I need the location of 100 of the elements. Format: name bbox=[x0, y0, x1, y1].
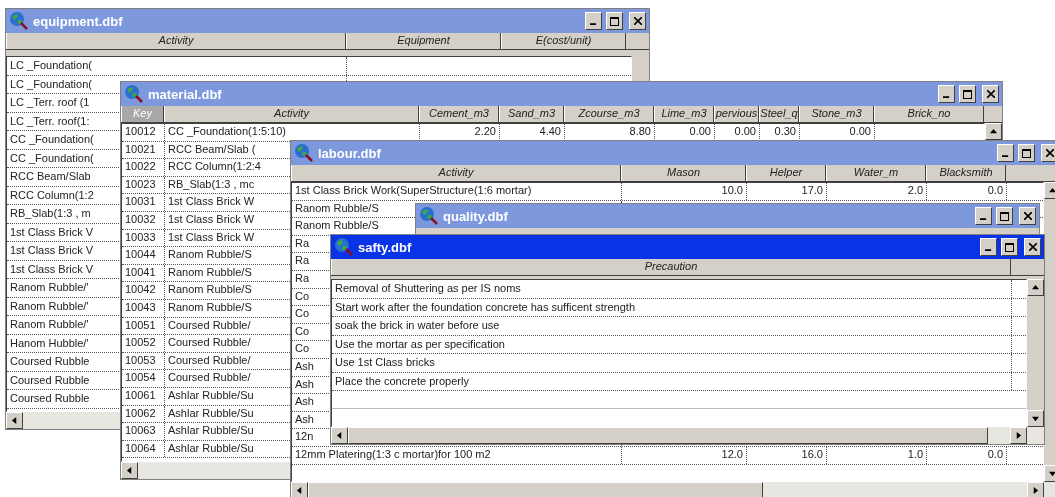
table-cell: 10041 bbox=[122, 264, 165, 282]
close-button[interactable] bbox=[1024, 238, 1041, 256]
column-header[interactable]: Blacksmith bbox=[926, 165, 1006, 181]
maximize-icon bbox=[610, 16, 619, 26]
down-arrow-icon bbox=[1049, 470, 1055, 477]
column-header[interactable]: Activity bbox=[164, 106, 419, 122]
table-cell: 10063 bbox=[122, 423, 165, 440]
right-arrow-icon bbox=[1032, 487, 1039, 494]
table-cell: 10051 bbox=[122, 317, 165, 335]
close-icon bbox=[1028, 243, 1037, 251]
table-cell: Use the mortar as per specification bbox=[332, 335, 1012, 353]
minimize-button[interactable] bbox=[585, 12, 602, 30]
close-icon bbox=[633, 17, 642, 25]
table-cell: Place the concrete properly bbox=[332, 372, 1012, 390]
column-header[interactable]: Helper bbox=[746, 165, 826, 181]
table-cell: 12mm Platering(1:3 c mortar)for 100 m2 bbox=[292, 446, 622, 464]
minimize-button[interactable] bbox=[938, 85, 955, 103]
table-cell: 10054 bbox=[122, 370, 165, 387]
close-button[interactable] bbox=[982, 85, 999, 103]
globe-search-icon bbox=[9, 11, 29, 31]
table-cell: 0.0 bbox=[927, 446, 1007, 464]
left-arrow-icon bbox=[11, 417, 18, 424]
right-arrow-icon bbox=[1015, 432, 1022, 439]
minimize-button[interactable] bbox=[980, 238, 997, 256]
globe-search-icon bbox=[334, 237, 354, 257]
maximize-icon bbox=[1000, 211, 1009, 221]
up-arrow-icon bbox=[1049, 187, 1055, 194]
table-cell: 10012 bbox=[122, 124, 165, 141]
close-icon bbox=[1045, 149, 1054, 157]
table-cell: 16.0 bbox=[747, 446, 827, 464]
column-header[interactable]: Stone_m3 bbox=[799, 106, 874, 122]
table-cell: 2.0 bbox=[827, 183, 927, 200]
column-header[interactable]: Zcourse_m3 bbox=[564, 106, 654, 122]
column-header[interactable]: Sand_m3 bbox=[499, 106, 564, 122]
minimize-button[interactable] bbox=[997, 144, 1014, 162]
column-header[interactable]: Mason bbox=[621, 165, 746, 181]
close-icon bbox=[1023, 212, 1032, 220]
table-cell: 10023 bbox=[122, 176, 165, 194]
table-cell: LC _Foundation( bbox=[7, 57, 347, 75]
table-cell: 0.0 bbox=[927, 183, 1007, 200]
maximize-icon bbox=[963, 89, 972, 99]
table-cell: 10061 bbox=[122, 387, 165, 405]
table-cell: 10021 bbox=[122, 141, 165, 159]
close-button[interactable] bbox=[1041, 144, 1055, 162]
column-header[interactable]: Lime_m3 bbox=[654, 106, 714, 122]
up-arrow-icon bbox=[990, 128, 997, 135]
scroll-up-button[interactable] bbox=[985, 123, 1002, 140]
close-button[interactable] bbox=[629, 12, 646, 30]
scroll-left-button[interactable] bbox=[331, 427, 348, 444]
column-header[interactable]: Activity bbox=[6, 33, 346, 49]
column-header[interactable]: Steel_q bbox=[759, 106, 799, 122]
down-arrow-icon bbox=[1032, 415, 1039, 422]
maximize-icon bbox=[1005, 242, 1014, 252]
globe-search-icon bbox=[419, 206, 439, 226]
maximize-button[interactable] bbox=[996, 207, 1013, 225]
scroll-left-button[interactable] bbox=[6, 412, 23, 429]
table-cell: Start work after the foundation concrete has sufficent strength bbox=[332, 298, 1012, 316]
maximize-button[interactable] bbox=[959, 85, 976, 103]
scroll-down-button[interactable] bbox=[1027, 410, 1044, 427]
minimize-button[interactable] bbox=[975, 207, 992, 225]
column-header[interactable]: Water_m bbox=[826, 165, 926, 181]
column-header[interactable]: Equipment bbox=[346, 33, 501, 49]
table-cell: Use 1st Class bricks bbox=[332, 354, 1012, 372]
table-cell: 10053 bbox=[122, 352, 165, 370]
scroll-up-button[interactable] bbox=[1027, 279, 1044, 296]
left-arrow-icon bbox=[296, 487, 303, 494]
scroll-left-button[interactable] bbox=[121, 462, 138, 479]
table-cell: 10062 bbox=[122, 405, 165, 423]
column-header[interactable]: Brick_no bbox=[874, 106, 984, 122]
scroll-right-button[interactable] bbox=[1010, 427, 1027, 444]
scroll-left-button[interactable] bbox=[291, 482, 308, 497]
table-cell: 1st Class Brick Work(SuperStructure(1:6 mortar) bbox=[292, 183, 622, 200]
column-header[interactable]: E(cost/unit) bbox=[501, 33, 626, 49]
close-icon bbox=[986, 90, 995, 98]
table-cell: 10064 bbox=[122, 440, 165, 458]
column-header[interactable]: Activity bbox=[291, 165, 621, 181]
scroll-thumb[interactable] bbox=[308, 482, 763, 497]
table-cell: 10044 bbox=[122, 247, 165, 264]
scroll-right-button[interactable] bbox=[1027, 482, 1044, 497]
table-cell: 10031 bbox=[122, 194, 165, 211]
column-header[interactable]: Cement_m3 bbox=[419, 106, 499, 122]
table-cell: 10022 bbox=[122, 159, 165, 176]
maximize-button[interactable] bbox=[1018, 144, 1035, 162]
globe-search-icon bbox=[124, 84, 144, 104]
table-cell: soak the brick in water before use bbox=[332, 317, 1012, 335]
table-cell: 12.0 bbox=[622, 446, 747, 464]
maximize-button[interactable] bbox=[1001, 238, 1018, 256]
close-button[interactable] bbox=[1019, 207, 1036, 225]
table-cell: 10042 bbox=[122, 282, 165, 299]
table-cell: Removal of Shuttering as per IS noms bbox=[332, 280, 1012, 298]
column-header[interactable]: pervious bbox=[714, 106, 759, 122]
table-cell: 1.0 bbox=[827, 446, 927, 464]
scroll-thumb[interactable] bbox=[348, 427, 988, 444]
left-arrow-icon bbox=[336, 432, 343, 439]
table-cell: 10052 bbox=[122, 335, 165, 352]
maximize-button[interactable] bbox=[606, 12, 623, 30]
table-cell: 10.0 bbox=[622, 183, 747, 200]
maximize-icon bbox=[1022, 148, 1031, 158]
table-cell: 10033 bbox=[122, 229, 165, 247]
column-header[interactable]: Precaution bbox=[331, 259, 1011, 275]
